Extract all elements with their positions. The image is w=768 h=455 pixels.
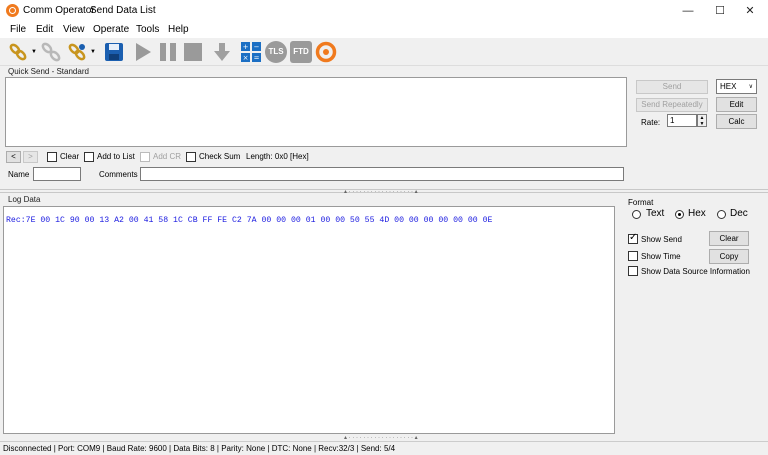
rate-spinner[interactable]: ▲ ▼	[697, 114, 707, 127]
disconnect-icon[interactable]	[40, 41, 62, 63]
bottom-splitter-grip-icon[interactable]: ▴ · · · · · · · · · · · · · · · · · · ▴	[344, 434, 418, 441]
quick-send-title: Quick Send - Standard	[8, 67, 89, 76]
pause-icon[interactable]	[157, 41, 179, 63]
send-repeatedly-button[interactable]: Send Repeatedly	[636, 98, 708, 112]
add-to-list-checkbox[interactable]	[84, 152, 94, 162]
document-title: Send Data List	[90, 5, 156, 16]
menu-edit[interactable]: Edit	[36, 24, 53, 35]
calc-button[interactable]: Calc	[716, 114, 757, 129]
show-data-source-label: Show Data Source Information	[641, 267, 750, 276]
stop-icon[interactable]	[182, 41, 204, 63]
connect-dropdown-icon[interactable]: ▼	[31, 49, 37, 55]
log-data-title: Log Data	[8, 195, 41, 204]
chevron-down-icon: ∨	[748, 84, 753, 90]
download-icon[interactable]	[211, 41, 233, 63]
rate-label: Rate:	[641, 118, 661, 127]
connect-icon[interactable]	[7, 41, 29, 63]
add-to-list-label: Add to List	[97, 152, 135, 161]
show-send-checkbox[interactable]	[628, 232, 638, 244]
log-clear-button[interactable]: Clear	[709, 231, 749, 246]
svg-text:+: +	[243, 43, 249, 51]
save-icon[interactable]	[103, 41, 125, 63]
rate-input[interactable]: 1	[667, 114, 697, 127]
clear-label: Clear	[60, 152, 80, 161]
hex-radio-label: Hex	[688, 208, 706, 219]
quick-send-input[interactable]	[5, 77, 627, 147]
app-logo-icon	[6, 4, 19, 17]
show-time-label: Show Time	[641, 252, 681, 261]
show-data-source-checkbox[interactable]	[628, 266, 638, 276]
log-copy-button[interactable]: Copy	[709, 249, 749, 264]
menu-operate[interactable]: Operate	[93, 24, 129, 35]
play-icon[interactable]	[132, 41, 154, 63]
menu-file[interactable]: File	[10, 24, 26, 35]
status-text: Disconnected | Port: COM9 | Baud Rate: 9…	[3, 444, 396, 453]
add-cr-checkbox[interactable]	[140, 152, 150, 162]
status-bar: Disconnected | Port: COM9 | Baud Rate: 9…	[0, 441, 768, 455]
ftd-label: FTD	[293, 47, 309, 56]
app-title: Comm Operator	[23, 5, 95, 16]
check-sum-label: Check Sum	[199, 152, 241, 161]
hex-radio[interactable]	[675, 210, 684, 219]
dec-radio-label: Dec	[730, 208, 748, 219]
menu-view[interactable]: View	[63, 24, 85, 35]
clear-checkbox[interactable]	[47, 152, 57, 162]
config-dropdown-icon[interactable]: ▼	[90, 49, 96, 55]
name-input[interactable]	[33, 167, 81, 181]
comments-label: Comments	[99, 170, 138, 179]
svg-text:=: =	[254, 54, 260, 62]
log-line: Rec:7E 00 1C 90 00 13 A2 00 41 58 1C CB …	[6, 216, 493, 225]
dec-radio[interactable]	[717, 210, 726, 219]
comm-operator-icon[interactable]	[315, 41, 337, 63]
splitter-grip-icon[interactable]: ▴ · · · · · · · · · · · · · · · · · · ▴	[344, 188, 418, 195]
add-cr-label: Add CR	[153, 152, 182, 161]
check-sum-checkbox[interactable]	[186, 152, 196, 162]
name-label: Name	[8, 170, 30, 179]
ftd-icon[interactable]: FTD	[290, 41, 312, 63]
connect-config-icon[interactable]	[66, 41, 88, 63]
close-button[interactable]: ✕	[730, 0, 768, 22]
format-select-value: HEX	[720, 82, 737, 91]
show-send-label: Show Send	[641, 235, 682, 244]
tls-icon[interactable]: TLS	[265, 41, 287, 63]
show-time-checkbox[interactable]	[628, 251, 638, 261]
svg-text:−: −	[254, 43, 260, 51]
tls-label: TLS	[268, 47, 284, 56]
log-data-area[interactable]: Rec:7E 00 1C 90 00 13 A2 00 41 58 1C CB …	[3, 206, 615, 434]
calculator-icon[interactable]: + − × =	[240, 41, 262, 63]
format-title: Format	[628, 198, 654, 207]
comments-input[interactable]	[140, 167, 624, 181]
menu-tools[interactable]: Tools	[136, 24, 159, 35]
svg-text:×: ×	[243, 54, 249, 62]
next-button[interactable]: >	[23, 151, 38, 163]
previous-button[interactable]: <	[6, 151, 21, 163]
menu-help[interactable]: Help	[168, 24, 189, 35]
edit-button[interactable]: Edit	[716, 97, 757, 112]
send-button[interactable]: Send	[636, 80, 708, 94]
text-radio-label: Text	[646, 208, 665, 219]
length-text: Length: 0x0 [Hex]	[246, 152, 309, 161]
format-select[interactable]: HEX ∨	[716, 79, 757, 94]
text-radio[interactable]	[632, 210, 641, 219]
